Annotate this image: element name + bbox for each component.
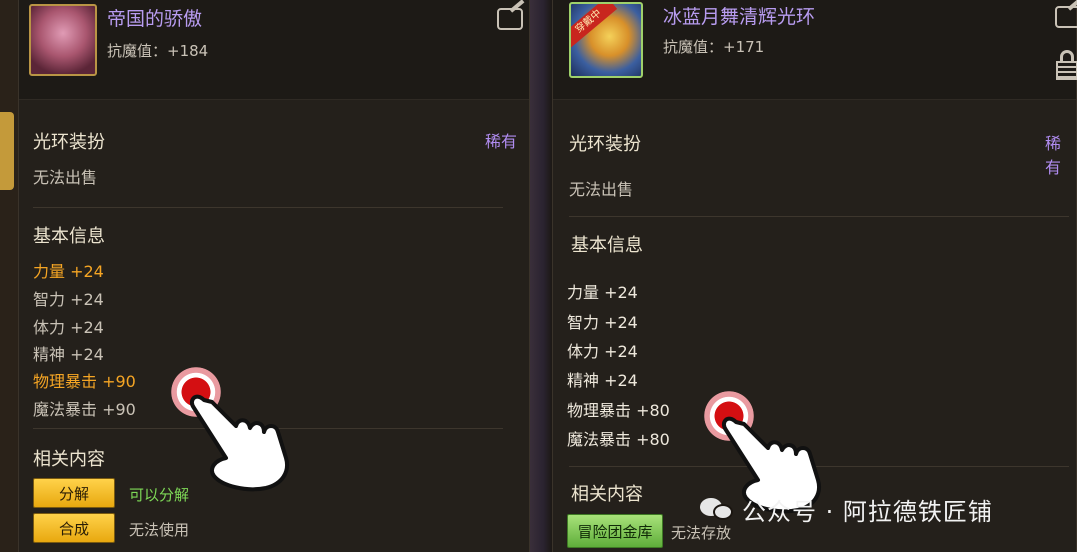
guild-vault-note: 无法存放: [671, 524, 732, 542]
stat-line: 物理暴击 +90: [33, 372, 136, 391]
watermark-text: 公众号 · 阿拉德铁匠铺: [742, 497, 993, 526]
sell-status: 无法出售: [569, 180, 634, 199]
stat-line: 体力 +24: [33, 318, 104, 337]
divider: [569, 216, 1069, 217]
backdrop-strip-middle: [530, 0, 552, 552]
stat-line: 力量 +24: [567, 283, 638, 302]
decompose-note: 可以分解: [129, 486, 190, 504]
basic-info-title: 基本信息: [33, 226, 105, 247]
related-title: 相关内容: [571, 484, 643, 505]
pointing-hand-icon: [189, 394, 289, 492]
equipped-badge: 穿戴中: [571, 4, 618, 48]
side-tab[interactable]: [0, 112, 14, 190]
guild-vault-button[interactable]: 冒险团金库: [567, 514, 663, 548]
tooltip-header: 穿戴中 冰蓝月舞清辉光环 抗魔值：+171: [553, 0, 1077, 100]
stat-line: 精神 +24: [567, 371, 638, 390]
basic-info-title: 基本信息: [571, 235, 643, 256]
synthesize-button[interactable]: 合成: [33, 513, 115, 543]
share-icon[interactable]: [497, 8, 523, 30]
stat-line: 魔法暴击 +80: [567, 430, 670, 449]
stat-line: 精神 +24: [33, 345, 104, 364]
stat-line: 物理暴击 +80: [567, 401, 670, 420]
sell-status: 无法出售: [33, 168, 98, 187]
stat-line: 智力 +24: [33, 290, 104, 309]
related-title: 相关内容: [33, 449, 105, 470]
rarity-label: 稀有: [1045, 134, 1062, 177]
divider: [33, 207, 503, 208]
watermark: 公众号 · 阿拉德铁匠铺: [700, 494, 993, 526]
anti-magic-value: 抗魔值：+171: [663, 38, 765, 56]
decompose-button[interactable]: 分解: [33, 478, 115, 508]
lock-icon[interactable]: [1056, 50, 1077, 80]
anti-magic-value: 抗魔值：+184: [107, 42, 209, 60]
stat-line: 智力 +24: [567, 313, 638, 332]
stat-line: 力量 +24: [33, 262, 104, 281]
category-label: 光环装扮: [569, 134, 641, 155]
backdrop-strip-left: [0, 0, 20, 552]
share-icon[interactable]: [1055, 6, 1077, 28]
item-name: 冰蓝月舞清辉光环: [663, 6, 816, 28]
synthesize-note: 无法使用: [129, 521, 190, 539]
tooltip-header: 帝国的骄傲 抗魔值：+184: [19, 0, 529, 100]
wechat-icon: [700, 496, 734, 522]
stat-line: 魔法暴击 +90: [33, 400, 136, 419]
item-icon: [29, 4, 97, 76]
category-label: 光环装扮: [33, 132, 105, 153]
rarity-label: 稀有: [485, 132, 518, 151]
item-name: 帝国的骄傲: [107, 8, 203, 30]
item-icon: 穿戴中: [569, 2, 643, 78]
stat-line: 体力 +24: [567, 342, 638, 361]
